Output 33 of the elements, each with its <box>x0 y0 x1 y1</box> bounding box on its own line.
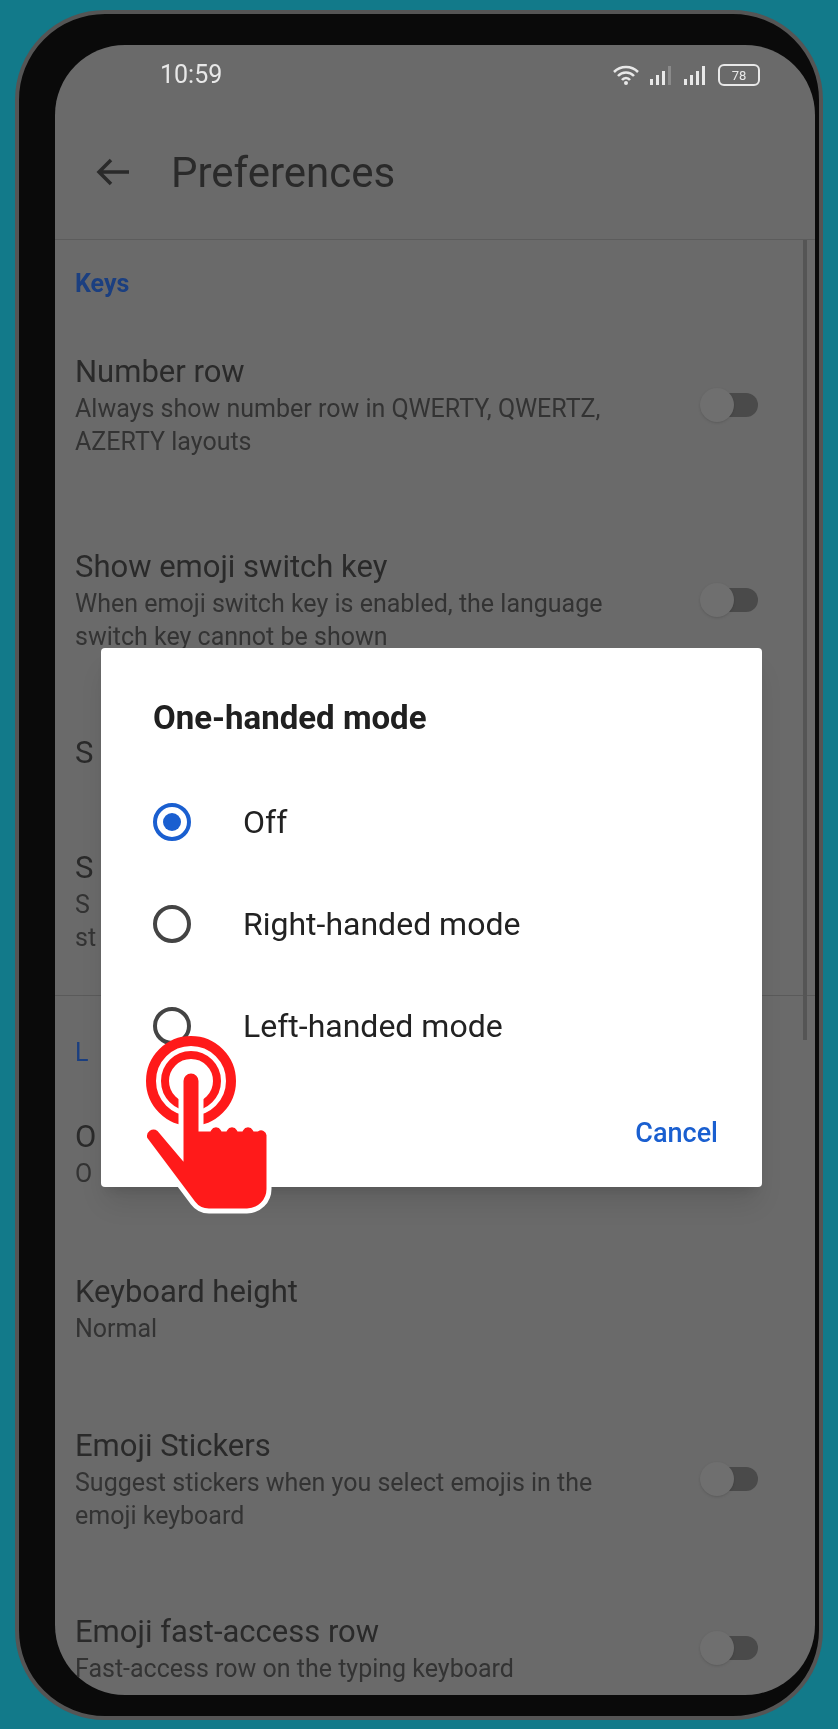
radio-option[interactable]: Left-handed mode <box>101 974 762 1077</box>
toggle-switch[interactable] <box>700 583 760 617</box>
page-title: Preferences <box>171 146 396 199</box>
battery-icon: 78 <box>718 64 760 86</box>
setting-row[interactable]: Emoji fast-access row Fast-access row on the typing keyboard <box>55 1548 815 1695</box>
wifi-icon <box>612 64 640 86</box>
radio-button[interactable] <box>153 904 191 943</box>
setting-subtitle: Fast-access row on the typing keyboard <box>75 1652 514 1685</box>
radio-option[interactable]: Off <box>101 770 762 873</box>
signal-icon <box>650 65 674 85</box>
back-arrow-icon[interactable] <box>95 157 131 187</box>
setting-title: Emoji Stickers <box>75 1426 271 1466</box>
setting-title: Show emoji switch key <box>75 547 388 587</box>
setting-title: Number row <box>75 352 245 392</box>
signal-icon <box>684 65 708 85</box>
setting-title: S <box>75 847 94 888</box>
setting-title: O <box>75 1116 97 1157</box>
radio-button[interactable] <box>153 802 191 841</box>
radio-option[interactable]: Right-handed mode <box>101 872 762 975</box>
setting-title: Emoji fast-access row <box>75 1611 380 1652</box>
dialog-title: One-handed mode <box>153 697 428 739</box>
status-time: 10:59 <box>160 59 224 92</box>
section-header: L <box>75 1036 89 1069</box>
section-header: Keys <box>75 267 130 300</box>
setting-subtitle: O <box>75 1157 93 1190</box>
setting-row[interactable]: Keyboard height Normal <box>55 1206 815 1410</box>
toggle-switch[interactable] <box>700 1631 760 1665</box>
radio-button[interactable] <box>153 1006 191 1045</box>
cancel-button[interactable]: Cancel <box>631 1106 722 1159</box>
setting-subtitle: Normal <box>75 1312 158 1345</box>
setting-title: Keyboard height <box>75 1271 298 1312</box>
toggle-switch[interactable] <box>700 388 760 422</box>
toggle-switch[interactable] <box>700 1462 760 1496</box>
